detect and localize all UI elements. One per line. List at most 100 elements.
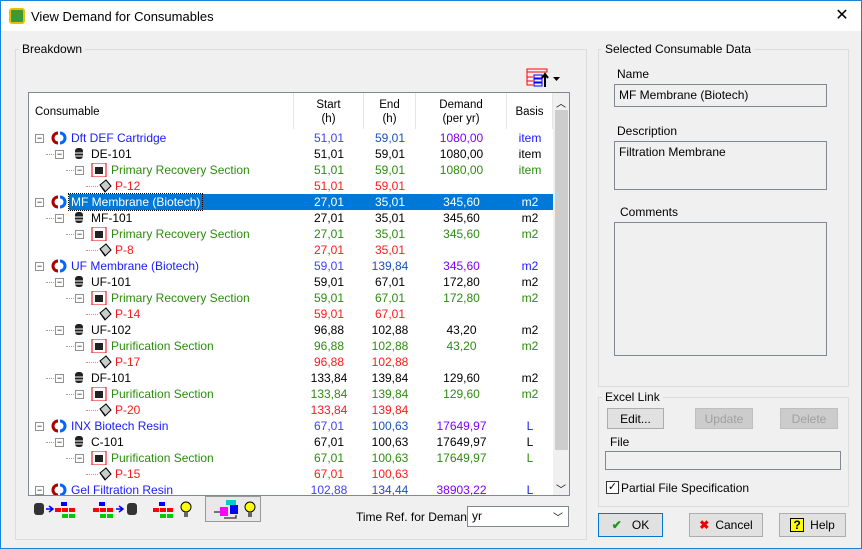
column-header-end[interactable]: End (h) bbox=[364, 93, 416, 129]
collapse-toggle-icon[interactable]: − bbox=[75, 390, 84, 399]
section-icon bbox=[91, 162, 107, 178]
section-icon bbox=[91, 450, 107, 466]
tree-row-equipment[interactable]: − UF-102 96,88 102,88 43,20 m2 bbox=[29, 322, 553, 338]
collapse-toggle-icon[interactable]: − bbox=[35, 198, 44, 207]
row-demand: 38903,22 bbox=[436, 483, 487, 496]
collapse-toggle-icon[interactable]: − bbox=[75, 230, 84, 239]
row-demand: 43,20 bbox=[446, 339, 477, 353]
column-header-consumable[interactable]: Consumable bbox=[29, 93, 294, 129]
consumable-icon bbox=[51, 131, 67, 145]
tree-row-consumable[interactable]: − MF Membrane (Biotech) 27,01 35,01 345,60 m2 bbox=[29, 193, 553, 211]
row-end: 100,63 bbox=[371, 467, 409, 481]
file-field[interactable] bbox=[605, 451, 841, 470]
row-end: 100,63 bbox=[371, 435, 409, 449]
view-equipment-to-sections-button[interactable] bbox=[31, 498, 81, 522]
collapse-toggle-icon[interactable]: − bbox=[55, 278, 64, 287]
tree-row-section[interactable]: − Purification Section 67,01 100,63 17649,97… bbox=[29, 450, 553, 466]
row-end: 67,01 bbox=[374, 291, 406, 305]
collapse-toggle-icon[interactable]: − bbox=[55, 438, 64, 447]
collapse-toggle-icon[interactable]: − bbox=[55, 326, 64, 335]
consumables-tree-table[interactable]: Consumable Start (h) End (h) Demand (per… bbox=[28, 92, 570, 496]
tree-row-procedure[interactable]: P-8 27,01 35,01 bbox=[29, 242, 553, 258]
close-button[interactable]: ✕ bbox=[827, 5, 857, 27]
tree-row-procedure[interactable]: P-14 59,01 67,01 bbox=[29, 306, 553, 322]
row-label: P-8 bbox=[115, 243, 134, 257]
row-demand: 345,60 bbox=[443, 259, 480, 273]
name-field[interactable]: MF Membrane (Biotech) bbox=[614, 84, 827, 107]
collapse-toggle-icon[interactable]: − bbox=[75, 294, 84, 303]
collapse-toggle-icon[interactable]: − bbox=[75, 454, 84, 463]
description-field[interactable]: Filtration Membrane bbox=[614, 141, 827, 190]
tree-row-procedure[interactable]: P-20 133,84 139,84 bbox=[29, 402, 553, 418]
ok-button[interactable]: ✔ OK bbox=[598, 513, 663, 537]
partial-file-checkbox[interactable]: ✓ bbox=[606, 481, 619, 494]
tree-row-procedure[interactable]: P-15 67,01 100,63 bbox=[29, 466, 553, 482]
collapse-toggle-icon[interactable]: − bbox=[35, 262, 44, 271]
row-basis: m2 bbox=[521, 371, 539, 385]
view-sections-consumables-button[interactable] bbox=[151, 498, 201, 522]
row-end: 102,88 bbox=[371, 323, 409, 337]
row-demand: 345,60 bbox=[443, 195, 480, 209]
cancel-button[interactable]: ✖ Cancel bbox=[689, 513, 763, 537]
file-label: File bbox=[610, 435, 630, 449]
tree-row-consumable[interactable]: − Gel Filtration Resin 102,88 134,44 38903,2… bbox=[29, 482, 553, 496]
tree-row-consumable[interactable]: − UF Membrane (Biotech) 59,01 139,84 345,60 m… bbox=[29, 258, 553, 274]
excel-delete-button[interactable]: Delete bbox=[780, 408, 838, 429]
collapse-toggle-icon[interactable]: − bbox=[35, 422, 44, 431]
row-label: Dft DEF Cartridge bbox=[71, 131, 167, 145]
tree-row-section[interactable]: − Primary Recovery Section 51,01 59,01 1080,… bbox=[29, 162, 553, 178]
collapse-toggle-icon[interactable]: − bbox=[55, 214, 64, 223]
flowsheet-bulb-icon bbox=[214, 500, 256, 519]
collapse-toggle-icon[interactable]: − bbox=[75, 166, 84, 175]
row-end: 100,63 bbox=[371, 419, 409, 433]
tree-row-consumable[interactable]: − Dft DEF Cartridge 51,01 59,01 1080,00 item bbox=[29, 130, 553, 146]
row-label: MF Membrane (Biotech) bbox=[67, 193, 204, 211]
tree-row-procedure[interactable]: P-12 51,01 59,01 bbox=[29, 178, 553, 194]
row-demand: 43,20 bbox=[446, 323, 477, 337]
tree-row-procedure[interactable]: P-17 96,88 102,88 bbox=[29, 354, 553, 370]
tree-row-section[interactable]: − Primary Recovery Section 27,01 35,01 345,6… bbox=[29, 226, 553, 242]
help-button[interactable]: ? Help bbox=[779, 513, 846, 537]
tree-row-equipment[interactable]: − DF-101 133,84 139,84 129,60 m2 bbox=[29, 370, 553, 386]
excel-update-button[interactable]: Update bbox=[695, 408, 753, 429]
view-flowsheet-consumables-button[interactable] bbox=[205, 496, 261, 522]
scroll-up-icon[interactable]: ︿ bbox=[556, 95, 566, 110]
time-ref-select[interactable]: yr ﹀ bbox=[467, 506, 569, 527]
scrollbar-thumb[interactable] bbox=[555, 110, 568, 450]
tree-row-equipment[interactable]: − UF-101 59,01 67,01 172,80 m2 bbox=[29, 274, 553, 290]
column-header-demand[interactable]: Demand (per yr) bbox=[416, 93, 507, 129]
excel-edit-button[interactable]: Edit... bbox=[607, 408, 664, 429]
consumable-icon bbox=[51, 483, 67, 495]
collapse-toggle-icon[interactable]: − bbox=[55, 150, 64, 159]
row-start: 96,88 bbox=[313, 355, 345, 369]
tree-row-equipment[interactable]: − MF-101 27,01 35,01 345,60 m2 bbox=[29, 210, 553, 226]
tree-row-equipment[interactable]: − C-101 67,01 100,63 17649,97 L bbox=[29, 434, 553, 450]
collapse-toggle-icon[interactable]: − bbox=[35, 486, 44, 495]
section-icon bbox=[91, 338, 107, 354]
tree-row-section[interactable]: − Purification Section 96,88 102,88 43,20 m2 bbox=[29, 338, 553, 354]
window-title: View Demand for Consumables bbox=[31, 9, 214, 24]
scroll-down-icon[interactable]: ﹀ bbox=[556, 481, 566, 495]
comments-field[interactable] bbox=[614, 222, 827, 356]
equipment-icon bbox=[71, 275, 86, 289]
column-header-basis[interactable]: Basis bbox=[507, 93, 553, 129]
row-end: 67,01 bbox=[374, 275, 406, 289]
view-sections-to-equipment-button[interactable] bbox=[91, 498, 146, 522]
row-label: P-17 bbox=[115, 355, 141, 369]
procedure-icon bbox=[97, 307, 112, 321]
time-ref-value: yr bbox=[472, 509, 482, 523]
row-end: 35,01 bbox=[374, 227, 406, 241]
expand-collapse-menu-button[interactable] bbox=[523, 67, 563, 89]
row-basis: item bbox=[518, 147, 542, 161]
collapse-toggle-icon[interactable]: − bbox=[55, 374, 64, 383]
tree-row-consumable[interactable]: − INX Biotech Resin 67,01 100,63 17649,97 L bbox=[29, 418, 553, 434]
collapse-toggle-icon[interactable]: − bbox=[35, 134, 44, 143]
tree-row-equipment[interactable]: − DE-101 51,01 59,01 1080,00 item bbox=[29, 146, 553, 162]
equipment-icon bbox=[71, 371, 86, 385]
tree-row-section[interactable]: − Primary Recovery Section 59,01 67,01 172,8… bbox=[29, 290, 553, 306]
procedure-icon bbox=[97, 243, 112, 257]
tree-row-section[interactable]: − Purification Section 133,84 139,84 129,60 m… bbox=[29, 386, 553, 402]
column-header-start[interactable]: Start (h) bbox=[294, 93, 364, 129]
collapse-toggle-icon[interactable]: − bbox=[75, 342, 84, 351]
row-end: 67,01 bbox=[374, 307, 406, 321]
